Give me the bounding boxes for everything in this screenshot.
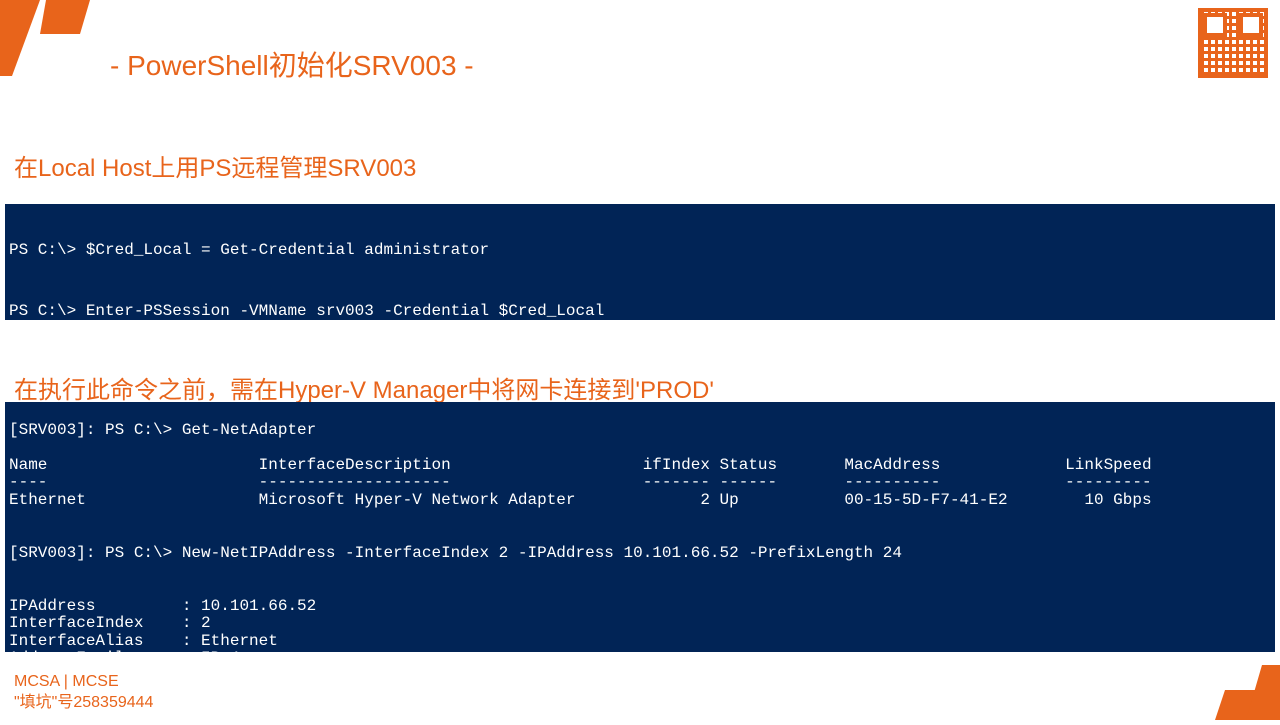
- terminal-line: PS C:\> $Cred_Local = Get-Credential adm…: [9, 238, 1271, 264]
- footer-line-2: "填坑"号258359444: [14, 693, 153, 714]
- terminal-output: InterfaceIndex : 2: [9, 614, 211, 632]
- table-row: Ethernet Microsoft Hyper-V Network Adapt…: [9, 491, 1152, 509]
- terminal-output: InterfaceAlias : Ethernet: [9, 632, 278, 650]
- terminal-line: [SRV003]: PS C:\> New-NetIPAddress -Inte…: [9, 544, 902, 562]
- terminal-output: AddressFamily : IPv4: [9, 649, 239, 652]
- brand-logo-bottom: [1190, 665, 1280, 720]
- table-header: Name InterfaceDescription ifIndex Status…: [9, 456, 1152, 474]
- qr-code-icon: [1198, 8, 1268, 78]
- terminal-output: IPAddress : 10.101.66.52: [9, 597, 316, 615]
- table-divider: ---- -------------------- ------- ------…: [9, 473, 1152, 491]
- powershell-terminal-2: [SRV003]: PS C:\> Get-NetAdapter Name In…: [5, 402, 1275, 652]
- footer-line-1: MCSA | MCSE: [14, 672, 153, 693]
- brand-logo-top: [0, 0, 90, 80]
- terminal-line: PS C:\> Enter-PSSession -VMName srv003 -…: [9, 299, 1271, 325]
- powershell-terminal-1: PS C:\> $Cred_Local = Get-Credential adm…: [5, 204, 1275, 320]
- footer-credits: MCSA | MCSE "填坑"号258359444: [14, 672, 153, 714]
- terminal-line: [SRV003]: PS C:\> Get-NetAdapter: [9, 421, 316, 439]
- section-heading-2: 在执行此命令之前，需在Hyper-V Manager中将网卡连接到'PROD': [14, 370, 714, 405]
- section-heading-1: 在Local Host上用PS远程管理SRV003: [14, 148, 416, 183]
- slide-title: - PowerShell初始化SRV003 -: [110, 44, 474, 84]
